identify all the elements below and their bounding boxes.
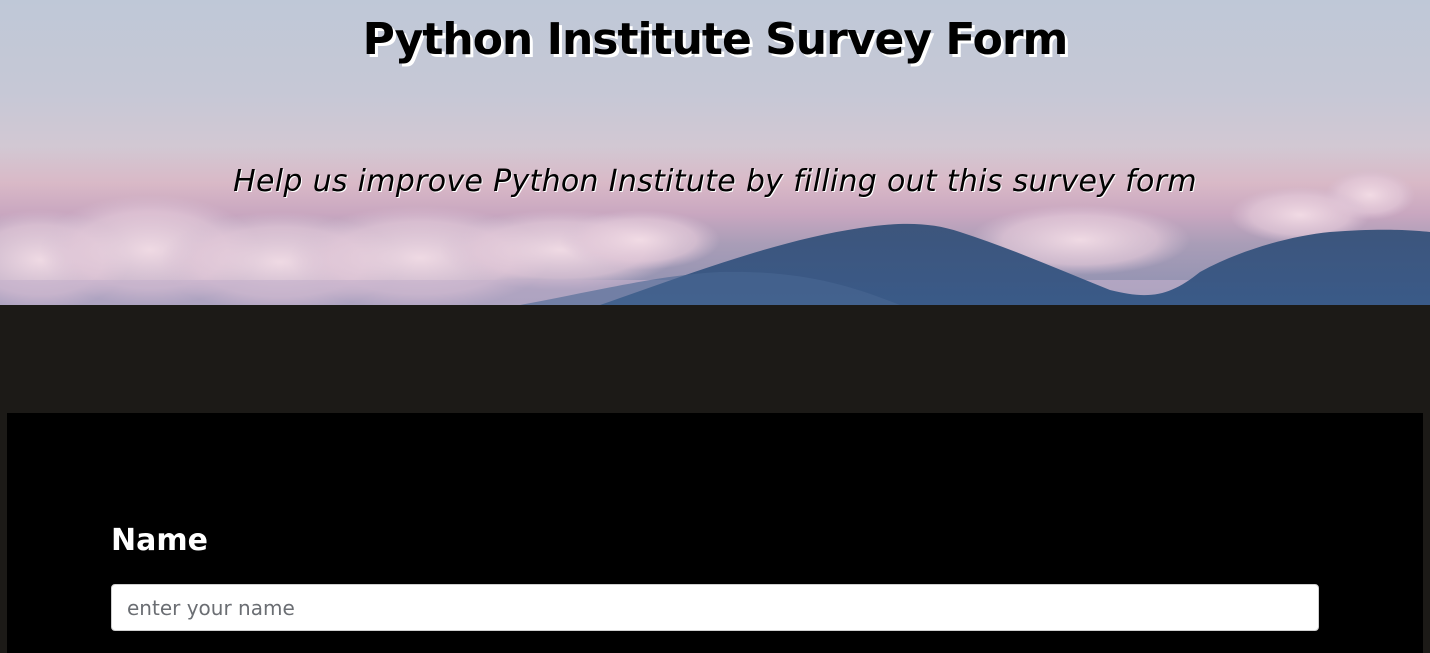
survey-form: Name xyxy=(7,413,1423,653)
name-input[interactable] xyxy=(111,584,1319,631)
page-description: Help us improve Python Institute by fill… xyxy=(233,164,1197,199)
name-label: Name xyxy=(111,523,208,558)
page-title: Python Institute Survey Form xyxy=(362,14,1069,65)
hero-banner: Python Institute Survey Form Help us imp… xyxy=(0,0,1430,305)
